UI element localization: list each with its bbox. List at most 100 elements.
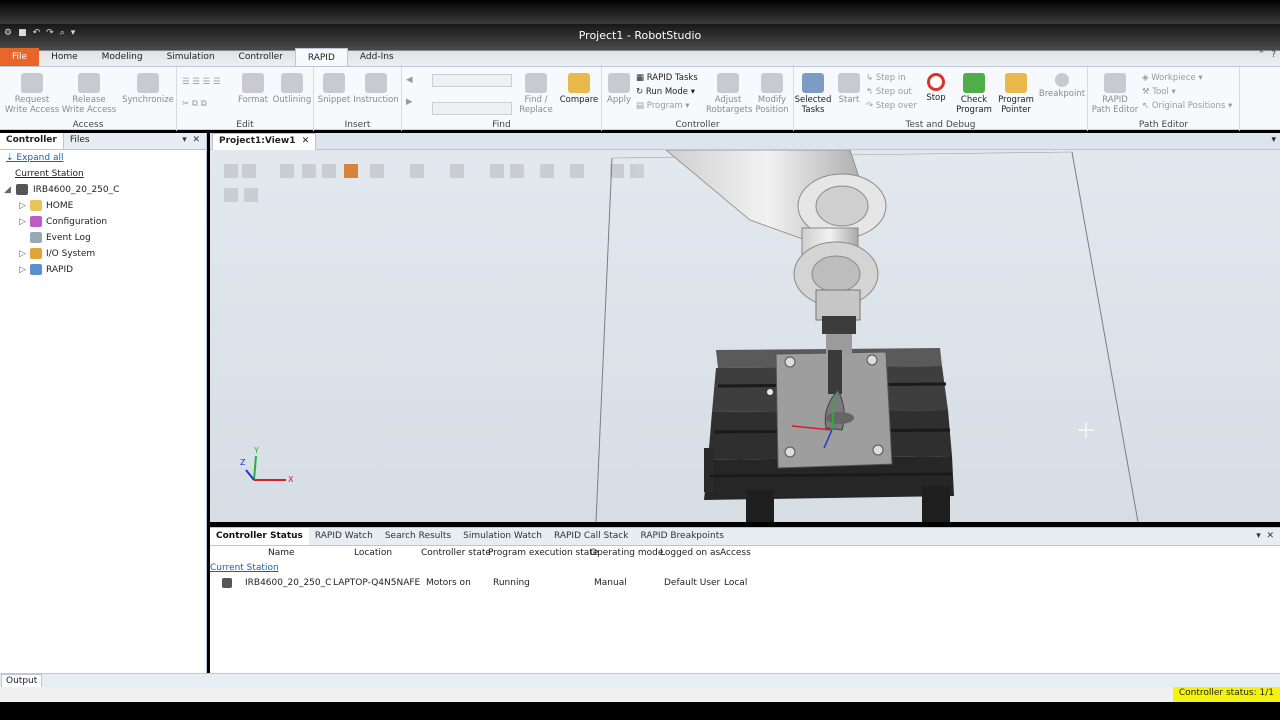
col-access[interactable]: Access — [720, 548, 751, 558]
minimize-ribbon-icon[interactable]: ⌃ — [1258, 50, 1266, 60]
group-find: ◀ ▶ Find / Replace Compare Find — [402, 67, 602, 131]
tab-modeling[interactable]: Modeling — [90, 48, 155, 66]
program-pointer-button[interactable]: Program Pointer — [996, 73, 1036, 115]
title-bar — [0, 0, 1280, 24]
tree-item-event-log[interactable]: Event Log — [0, 230, 206, 246]
tree-item-io-system[interactable]: ▷ I/O System — [0, 246, 206, 262]
redo-icon[interactable]: ↷ — [46, 28, 54, 38]
outlining-button[interactable]: Outlining — [271, 73, 313, 105]
tab-rapid[interactable]: RAPID — [294, 48, 348, 66]
save-icon[interactable]: ■ — [18, 28, 27, 38]
tab-controller-status[interactable]: Controller Status — [210, 528, 309, 545]
expand-arrow-icon[interactable]: ▷ — [19, 246, 29, 262]
modify-position-button[interactable]: Modify Position — [752, 73, 792, 115]
breakpoint-icon — [1055, 73, 1069, 87]
workpiece-dropdown[interactable]: ◈ Workpiece ▾ — [1142, 73, 1203, 83]
tree-item-rapid[interactable]: ▷ RAPID — [0, 262, 206, 278]
compare-button[interactable]: Compare — [558, 73, 600, 105]
find-replace-button[interactable]: Find / Replace — [516, 73, 556, 115]
tab-search-results[interactable]: Search Results — [379, 528, 457, 545]
find-combo-1[interactable] — [432, 74, 512, 87]
close-icon[interactable]: ✕ — [1266, 531, 1274, 541]
close-tab-icon[interactable]: ✕ — [302, 136, 310, 146]
cut-copy-paste-icon[interactable]: ✂ ⧉ ⧉ — [182, 99, 207, 109]
tab-files[interactable]: Files — [64, 133, 96, 149]
col-controller-state[interactable]: Controller state — [421, 548, 491, 558]
undo-icon[interactable]: ↶ — [33, 28, 41, 38]
rapid-path-editor-button[interactable]: RAPID Path Editor — [1090, 73, 1140, 115]
breakpoint-button[interactable]: Breakpoint — [1038, 73, 1086, 99]
check-program-button[interactable]: Check Program — [954, 73, 994, 115]
collapse-icon[interactable]: ◢ — [4, 182, 14, 198]
tab-output[interactable]: Output — [1, 674, 43, 688]
tab-controller[interactable]: Controller — [227, 48, 295, 66]
tab-list-icon[interactable]: ▾ — [1271, 135, 1276, 145]
tab-rapid-watch[interactable]: RAPID Watch — [309, 528, 379, 545]
col-location[interactable]: Location — [354, 548, 392, 558]
step-over-button[interactable]: ↷ Step over — [866, 101, 917, 111]
original-positions-dropdown[interactable]: ↖ Original Positions ▾ — [1142, 101, 1232, 111]
col-name[interactable]: Name — [268, 548, 295, 558]
output-bar: Output — [0, 673, 1280, 688]
app-icon[interactable]: ⚙ — [4, 28, 12, 38]
tab-home[interactable]: Home — [39, 48, 90, 66]
col-program-execution-state[interactable]: Program execution state — [488, 548, 598, 558]
tab-controller-browser[interactable]: Controller — [0, 133, 64, 149]
zoom-icon[interactable]: ⌕ — [60, 28, 65, 38]
expand-arrow-icon[interactable]: ▷ — [19, 198, 29, 214]
format-button[interactable]: Format — [235, 73, 271, 105]
release-write-access-button[interactable]: Release Write Access — [60, 73, 118, 115]
customize-icon[interactable]: ▾ — [71, 28, 76, 38]
instruction-button[interactable]: Instruction — [352, 73, 400, 105]
group-current-station[interactable]: Current Station — [210, 563, 279, 573]
tab-view1[interactable]: Project1:View1 ✕ — [212, 133, 317, 150]
controller-status-panel: Controller Status RAPID Watch Search Res… — [210, 527, 1280, 673]
program-button[interactable]: ▤ Program ▾ — [636, 101, 690, 111]
find-combo-2[interactable] — [432, 102, 512, 115]
group-label-edit: Edit — [236, 120, 254, 130]
controller-status-indicator[interactable]: Controller status: 1/1 — [1172, 687, 1280, 702]
expand-arrow-icon[interactable]: ▷ — [19, 214, 29, 230]
run-mode-button[interactable]: ↻ Run Mode ▾ — [636, 87, 695, 97]
compare-icon — [568, 73, 590, 93]
synchronize-button[interactable]: Synchronize — [120, 73, 176, 105]
bottom-panel-tabs: Controller Status RAPID Watch Search Res… — [210, 528, 1280, 546]
close-icon[interactable]: ✕ — [192, 135, 200, 145]
apply-button[interactable]: Apply — [604, 73, 634, 105]
tool-dropdown[interactable]: ⚒ Tool ▾ — [1142, 87, 1176, 97]
row-name[interactable]: IRB4600_20_250_C — [245, 578, 331, 588]
tab-add-ins[interactable]: Add-Ins — [348, 48, 406, 66]
request-write-access-button[interactable]: Request Write Access — [4, 73, 60, 115]
expand-all-link[interactable]: ⇣ Expand all — [0, 150, 206, 166]
tab-rapid-breakpoints[interactable]: RAPID Breakpoints — [634, 528, 730, 545]
tab-file[interactable]: File — [0, 48, 40, 66]
rapid-tasks-button[interactable]: ▦ RAPID Tasks — [636, 73, 698, 83]
tree-controller[interactable]: ◢ IRB4600_20_250_C — [0, 182, 206, 198]
col-operating-mode[interactable]: Operating mode — [590, 548, 663, 558]
group-access: Request Write Access Release Write Acces… — [0, 67, 177, 131]
find-next-icon[interactable]: ▶ — [406, 97, 413, 107]
controller-row-icon — [222, 578, 232, 588]
adjust-robtargets-button[interactable]: Adjust Robtargets — [706, 73, 752, 115]
tree-item-home[interactable]: ▷ HOME — [0, 198, 206, 214]
tree-current-station[interactable]: Current Station — [0, 166, 206, 182]
tab-rapid-call-stack[interactable]: RAPID Call Stack — [548, 528, 635, 545]
step-out-button[interactable]: ↰ Step out — [866, 87, 912, 97]
find-prev-icon[interactable]: ◀ — [406, 75, 413, 85]
start-button[interactable]: Start — [834, 73, 864, 105]
snippet-button[interactable]: Snippet — [316, 73, 352, 105]
stop-button[interactable]: Stop — [922, 73, 950, 103]
col-logged-on-as[interactable]: Logged on as — [660, 548, 720, 558]
tab-simulation[interactable]: Simulation — [155, 48, 227, 66]
pin-icon[interactable]: ▾ — [182, 135, 187, 145]
expand-arrow-icon[interactable]: ▷ — [19, 262, 29, 278]
selected-tasks-button[interactable]: Selected Tasks — [794, 73, 832, 115]
tree-item-configuration[interactable]: ▷ Configuration — [0, 214, 206, 230]
modify-position-icon — [761, 73, 783, 93]
3d-viewport[interactable]: X Y Z — [210, 150, 1280, 522]
help-icon[interactable]: ? — [1271, 50, 1276, 60]
tab-simulation-watch[interactable]: Simulation Watch — [457, 528, 548, 545]
pin-icon[interactable]: ▾ — [1256, 531, 1261, 541]
step-in-button[interactable]: ↳ Step in — [866, 73, 906, 83]
indent-icon[interactable]: ☰ ☰ ☰ ☰ — [182, 77, 221, 87]
